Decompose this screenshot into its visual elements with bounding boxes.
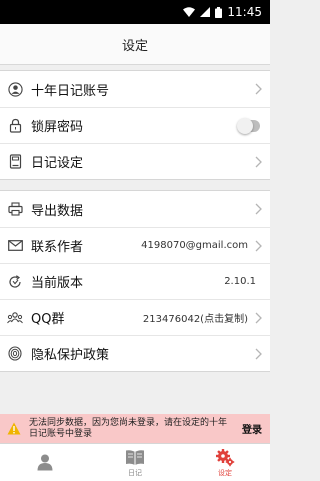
signal-icon: [200, 7, 211, 17]
book-icon: [125, 447, 145, 467]
person-icon: [7, 81, 23, 97]
toggle-knob: [237, 117, 253, 134]
warning-icon: [7, 422, 21, 435]
tab-settings[interactable]: 设定: [180, 444, 270, 481]
settings-item-export-data[interactable]: 导出数据: [0, 191, 270, 227]
lock-password-toggle[interactable]: [237, 117, 260, 134]
settings-item-label: 当前版本: [31, 276, 84, 291]
settings-item-label: QQ群: [31, 312, 65, 327]
status-time: 11:45: [227, 5, 262, 19]
account-settings-group: 十年日记账号 锁屏密码 日记设定: [0, 70, 270, 180]
chevron-right-icon: [255, 348, 262, 359]
tab-label: 设定: [218, 469, 232, 477]
settings-item-label: 联系作者: [31, 240, 84, 255]
person-icon: [35, 452, 55, 472]
settings-item-contact-author[interactable]: 联系作者 4198070@gmail.com: [0, 227, 270, 263]
settings-item-account[interactable]: 十年日记账号: [0, 71, 270, 107]
mail-icon: [7, 238, 23, 254]
settings-item-diary-settings[interactable]: 日记设定: [0, 143, 270, 179]
settings-item-label: 隐私保护政策: [31, 348, 110, 363]
chevron-right-icon: [255, 83, 262, 95]
title-bar: 设定: [0, 24, 270, 65]
refresh-icon: [7, 274, 23, 290]
author-email: 4198070@gmail.com: [141, 240, 248, 251]
chevron-right-icon: [255, 156, 262, 167]
sync-warning-banner: 无法同步数据，因为您尚未登录，请在设定的十年日记账号中登录 登录: [0, 414, 270, 443]
status-bar: 11:45: [0, 0, 270, 24]
chevron-right-icon: [255, 203, 262, 215]
lock-icon: [7, 118, 23, 134]
settings-item-lock-password[interactable]: 锁屏密码: [0, 107, 270, 143]
chevron-right-icon: [255, 312, 262, 323]
battery-icon: [215, 6, 223, 18]
login-button[interactable]: 登录: [242, 421, 262, 436]
settings-item-privacy-policy[interactable]: 隐私保护政策: [0, 335, 270, 371]
settings-item-label: 导出数据: [31, 203, 84, 219]
qq-group-number[interactable]: 213476042(点击复制): [143, 310, 248, 325]
tab-profile[interactable]: [0, 444, 90, 481]
settings-item-current-version[interactable]: 当前版本 2.10.1: [0, 263, 270, 299]
fingerprint-icon: [7, 346, 23, 362]
gear-icon: [215, 447, 235, 467]
bottom-tab-bar: 日记 设定: [0, 443, 270, 481]
version-number: 2.10.1: [224, 276, 256, 287]
page-title: 设定: [121, 38, 148, 54]
wifi-icon: [183, 7, 196, 17]
settings-item-qq-group[interactable]: QQ群 213476042(点击复制): [0, 299, 270, 335]
settings-item-label: 日记设定: [31, 156, 84, 171]
group-icon: [7, 310, 23, 326]
sync-warning-message: 无法同步数据，因为您尚未登录，请在设定的十年日记账号中登录: [29, 417, 228, 439]
tab-label: 日记: [128, 469, 142, 477]
notebook-icon: [7, 154, 23, 170]
settings-item-label: 锁屏密码: [31, 120, 84, 135]
settings-item-label: 十年日记账号: [31, 83, 110, 99]
general-settings-group: 导出数据 联系作者 4198070@gmail.com 当前版本 2.10.1: [0, 190, 270, 372]
printer-icon: [7, 201, 23, 217]
tab-diary[interactable]: 日记: [90, 444, 180, 481]
chevron-right-icon: [255, 240, 262, 251]
